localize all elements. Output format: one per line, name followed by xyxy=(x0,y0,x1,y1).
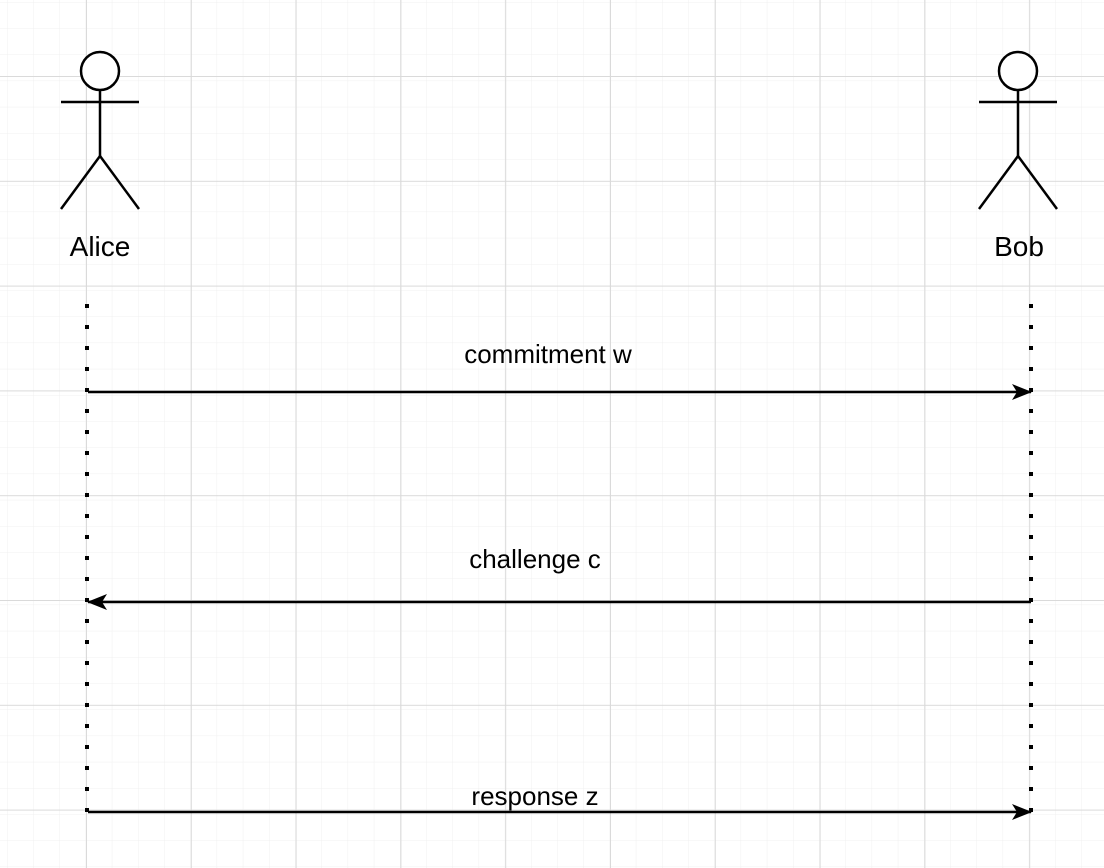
message-label-commitment: commitment w xyxy=(464,339,632,369)
actor-label-alice: Alice xyxy=(70,231,131,262)
message-label-response: response z xyxy=(471,781,598,811)
actor-label-bob: Bob xyxy=(994,231,1044,262)
diagram-canvas: Alice Bob commitment w challenge c respo… xyxy=(0,0,1104,868)
grid-major xyxy=(0,0,1104,868)
message-label-challenge: challenge c xyxy=(469,544,601,574)
